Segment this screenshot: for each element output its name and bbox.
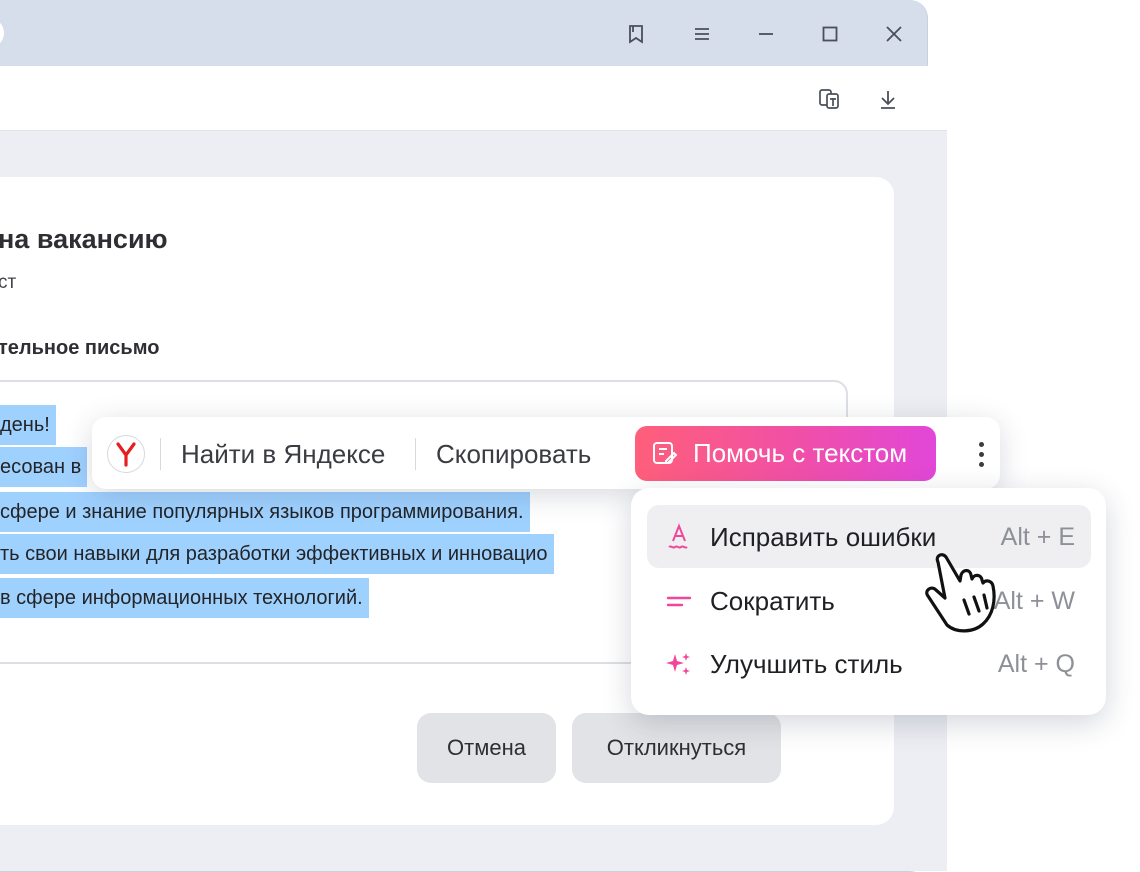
shortcut-hint: Alt + Q xyxy=(997,650,1075,678)
menu-item-label: Исправить ошибки xyxy=(710,522,937,552)
maximize-icon[interactable] xyxy=(816,20,844,48)
search-yandex-button[interactable]: Найти в Яндексе xyxy=(181,438,385,470)
more-options-icon[interactable] xyxy=(970,438,992,470)
menu-icon[interactable] xyxy=(688,20,716,48)
tab-indicator[interactable] xyxy=(0,18,4,48)
menu-item-label: Сократить xyxy=(710,586,835,616)
popup-divider xyxy=(415,438,416,470)
menu-item-label: Улучшить стиль xyxy=(710,649,903,679)
selected-text-line: день! xyxy=(0,405,56,445)
form-title: на вакансию xyxy=(0,224,168,254)
yandex-logo-icon[interactable] xyxy=(107,435,145,473)
text-actions-menu: Исправить ошибки Alt + E Сократить Alt +… xyxy=(631,488,1106,715)
popup-divider xyxy=(160,438,161,470)
hand-pointer-cursor-icon xyxy=(918,548,1012,642)
submit-button[interactable]: Откликнуться xyxy=(572,713,781,783)
browser-toolbar xyxy=(0,66,947,131)
selected-text-line: сфере и знание популярных языков програм… xyxy=(0,492,530,532)
selected-text-line: в сфере информационных технологий. xyxy=(0,578,369,618)
help-with-text-button[interactable]: Помочь с текстом xyxy=(635,426,936,481)
bookmarks-icon[interactable] xyxy=(622,20,650,48)
spellcheck-icon xyxy=(665,523,693,551)
minimize-icon[interactable] xyxy=(752,20,780,48)
help-with-text-label: Помочь с текстом xyxy=(693,438,908,468)
cover-letter-label: тельное письмо xyxy=(0,337,160,359)
menu-item-improve-style[interactable]: Улучшить стиль Alt + Q xyxy=(647,632,1091,695)
close-icon[interactable] xyxy=(880,20,908,48)
menu-item-fix-errors[interactable]: Исправить ошибки Alt + E xyxy=(647,505,1091,568)
form-subtitle: ст xyxy=(0,272,17,293)
selected-text-line: есован в xyxy=(0,447,88,487)
cancel-button[interactable]: Отмена xyxy=(417,713,556,783)
translate-icon[interactable] xyxy=(814,84,844,114)
edit-note-icon xyxy=(651,440,679,473)
download-icon[interactable] xyxy=(873,84,903,114)
selected-text-line: ть свои навыки для разработки эффективны… xyxy=(0,534,554,574)
sparkle-icon xyxy=(665,650,693,678)
menu-item-shorten[interactable]: Сократить Alt + W xyxy=(647,569,1091,632)
copy-button[interactable]: Скопировать xyxy=(436,438,591,470)
shorten-icon xyxy=(665,587,693,615)
